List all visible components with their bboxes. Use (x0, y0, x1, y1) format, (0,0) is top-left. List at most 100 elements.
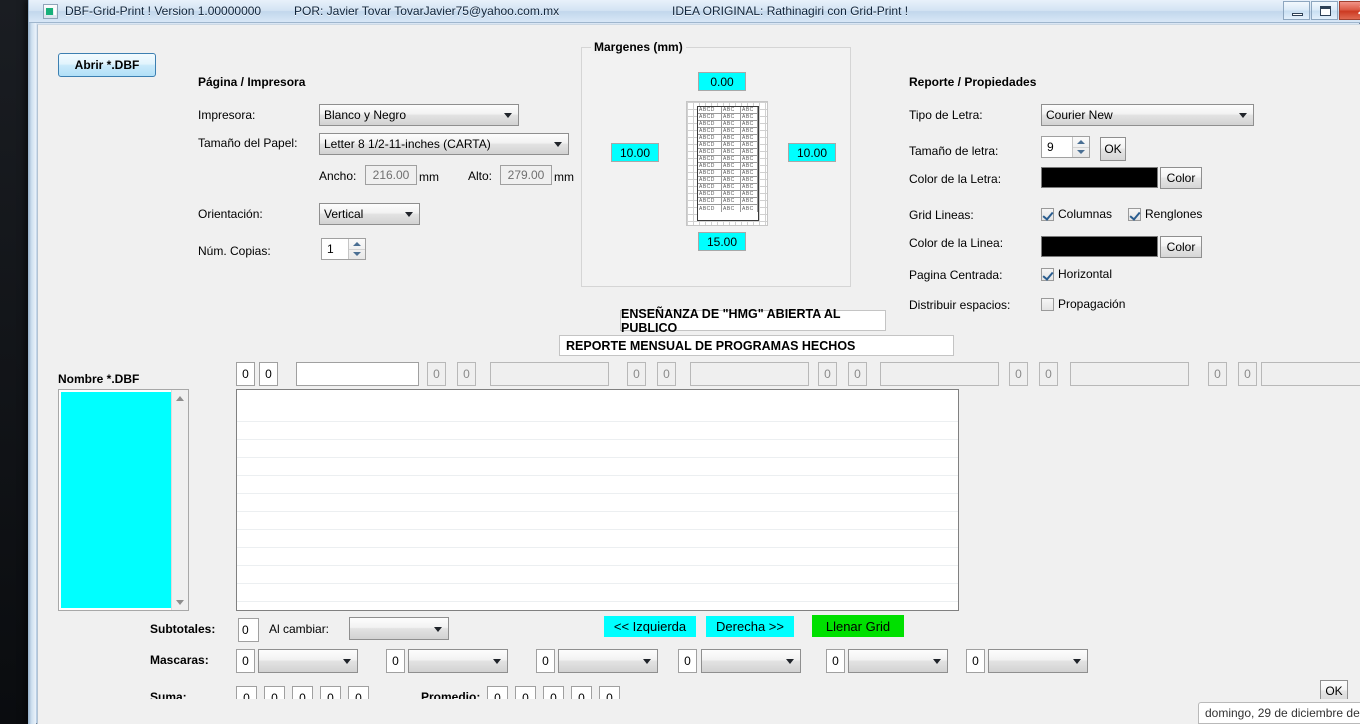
centered-horizontal-checkbox[interactable]: Horizontal (1041, 267, 1112, 281)
llenar-grid-button[interactable]: Llenar Grid (812, 615, 904, 637)
margin-top-input[interactable]: 0.00 (698, 72, 746, 91)
col-4-name[interactable] (880, 362, 999, 386)
col-2-num2[interactable]: 0 (457, 362, 476, 386)
mascara-6-num[interactable]: 0 (966, 649, 985, 673)
col-1-name[interactable] (296, 362, 419, 386)
dbf-list-label: Nombre *.DBF (58, 372, 140, 386)
chevron-down-icon (786, 659, 794, 664)
close-button[interactable]: ✕ (1339, 1, 1360, 20)
mascara-4-num[interactable]: 0 (678, 649, 697, 673)
derecha-button[interactable]: Derecha >> (706, 616, 794, 637)
mascara-5-select[interactable] (848, 649, 948, 673)
col-3-name[interactable] (690, 362, 809, 386)
window-author-text: POR: Javier Tovar TovarJavier75@yahoo.co… (294, 4, 560, 18)
maximize-button[interactable] (1311, 1, 1338, 20)
open-dbf-button[interactable]: Abrir *.DBF (58, 53, 156, 77)
scroll-up-icon[interactable] (172, 390, 188, 407)
table-row[interactable] (237, 548, 958, 566)
font-size-spin-buttons[interactable] (1072, 137, 1089, 157)
col-3-num1[interactable]: 0 (627, 362, 646, 386)
mascaras-label: Mascaras: (150, 653, 209, 667)
spin-down-icon[interactable] (349, 250, 365, 260)
date-display: domingo, 29 de diciembre de 2 (1198, 702, 1360, 724)
font-color-button[interactable]: Color (1160, 167, 1202, 189)
table-row[interactable] (237, 476, 958, 494)
orientation-value: Vertical (324, 207, 364, 221)
checkbox-icon (1041, 207, 1054, 221)
font-size-ok-button[interactable]: OK (1100, 137, 1126, 161)
mascara-3-num[interactable]: 0 (536, 649, 555, 673)
izquierda-button[interactable]: << Izquierda (604, 616, 696, 637)
mascara-4-select[interactable] (701, 649, 801, 673)
width-input[interactable]: 216.00 (365, 165, 417, 185)
gridlines-rows-checkbox[interactable]: Renglones (1128, 207, 1202, 221)
orientation-label: Orientación: (198, 207, 263, 221)
col-5-num1[interactable]: 0 (1009, 362, 1028, 386)
orientation-select[interactable]: Vertical (319, 203, 420, 225)
paper-size-select[interactable]: Letter 8 1/2-11-inches (CARTA) (319, 133, 569, 155)
col-5-num2[interactable]: 0 (1039, 362, 1058, 386)
col-1-num1[interactable]: 0 (236, 362, 255, 386)
font-type-select[interactable]: Courier New (1041, 104, 1254, 126)
col-3-num2[interactable]: 0 (657, 362, 676, 386)
line-color-swatch[interactable] (1041, 236, 1158, 257)
printer-select[interactable]: Blanco y Negro (319, 104, 519, 126)
dbf-listbox-scrollbar[interactable] (171, 390, 188, 610)
checkbox-icon (1128, 207, 1141, 221)
spin-down-icon[interactable] (1073, 148, 1089, 158)
col-1-num2[interactable]: 0 (259, 362, 278, 386)
table-row[interactable] (237, 566, 958, 584)
margin-bottom-input[interactable]: 15.00 (698, 232, 746, 251)
col-6-name[interactable] (1261, 362, 1360, 386)
distribute-propagation-checkbox[interactable]: Propagación (1041, 297, 1125, 311)
table-row[interactable] (237, 458, 958, 476)
dbf-listbox[interactable] (58, 389, 189, 611)
al-cambiar-select[interactable] (349, 617, 449, 640)
centered-horizontal-label: Horizontal (1058, 267, 1113, 281)
mascara-2-num[interactable]: 0 (386, 649, 405, 673)
table-row[interactable] (237, 602, 958, 610)
table-row[interactable] (237, 584, 958, 602)
copies-spin-buttons[interactable] (348, 239, 365, 259)
mascara-2-select[interactable] (408, 649, 508, 673)
col-6-num2[interactable]: 0 (1238, 362, 1257, 386)
mascara-1-select[interactable] (258, 649, 358, 673)
margin-right-input[interactable]: 10.00 (788, 143, 836, 162)
col-4-num2[interactable]: 0 (848, 362, 867, 386)
scroll-down-icon[interactable] (172, 593, 188, 610)
copies-stepper[interactable]: 1 (321, 238, 366, 260)
minimize-button[interactable] (1283, 1, 1310, 20)
height-label: Alto: (468, 169, 493, 183)
table-row[interactable] (237, 422, 958, 440)
dbf-listbox-content[interactable] (61, 392, 171, 608)
chevron-down-icon (1073, 659, 1081, 664)
spin-up-icon[interactable] (1073, 137, 1089, 148)
checkbox-icon (1041, 297, 1054, 311)
col-2-name[interactable] (490, 362, 609, 386)
font-color-swatch[interactable] (1041, 167, 1158, 188)
page-printer-group-title: Página / Impresora (198, 75, 306, 89)
font-size-stepper[interactable]: 9 (1041, 136, 1090, 158)
height-input[interactable]: 279.00 (500, 165, 552, 185)
report-title-line1[interactable]: ENSEÑANZA DE "HMG" ABIERTA AL PUBLICO (620, 307, 886, 335)
line-color-button[interactable]: Color (1160, 236, 1202, 258)
mascara-3-select[interactable] (558, 649, 658, 673)
table-row[interactable] (237, 530, 958, 548)
data-grid[interactable] (236, 389, 959, 611)
spin-up-icon[interactable] (349, 239, 365, 250)
col-4-num1[interactable]: 0 (818, 362, 837, 386)
font-color-label: Color de la Letra: (909, 172, 1002, 186)
col-6-num1[interactable]: 0 (1208, 362, 1227, 386)
report-title-line2[interactable]: REPORTE MENSUAL DE PROGRAMAS HECHOS (559, 335, 954, 356)
mascara-6-select[interactable] (988, 649, 1088, 673)
table-row[interactable] (237, 494, 958, 512)
gridlines-columns-checkbox[interactable]: Columnas (1041, 207, 1112, 221)
margin-left-input[interactable]: 10.00 (611, 143, 659, 162)
mascara-1-num[interactable]: 0 (236, 649, 255, 673)
subtotales-input[interactable]: 0 (238, 618, 259, 642)
table-row[interactable] (237, 512, 958, 530)
table-row[interactable] (237, 440, 958, 458)
col-2-num1[interactable]: 0 (427, 362, 446, 386)
mascara-5-num[interactable]: 0 (826, 649, 845, 673)
col-5-name[interactable] (1070, 362, 1189, 386)
